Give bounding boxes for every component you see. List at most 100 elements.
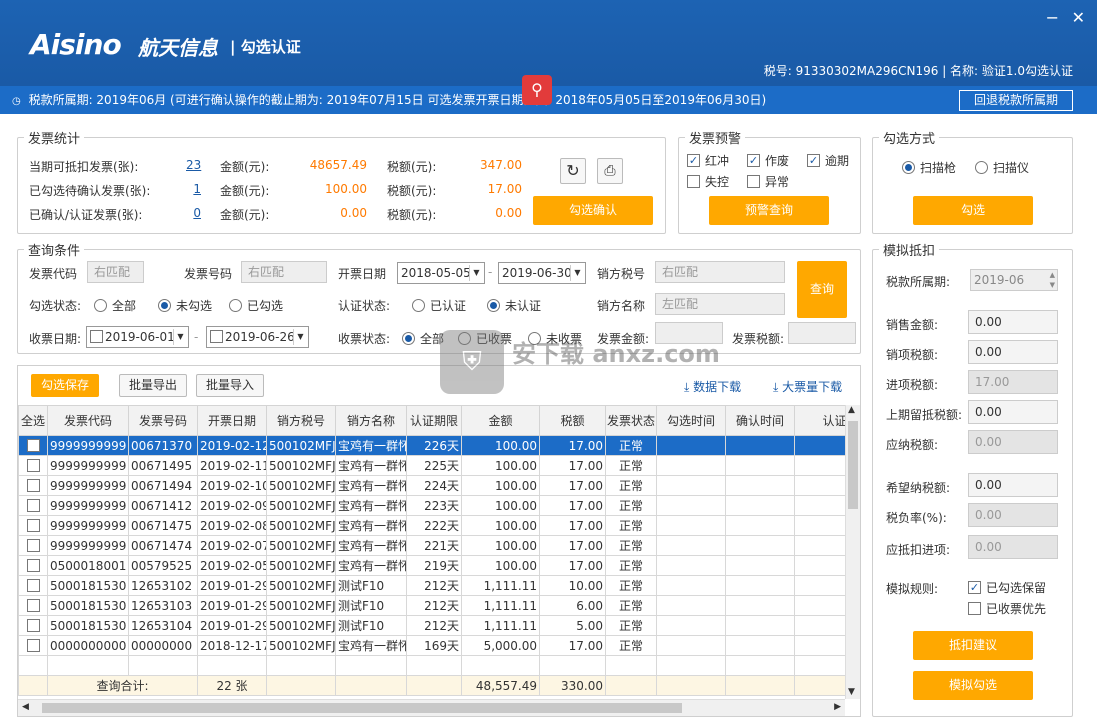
checkbox-icon[interactable] xyxy=(26,638,40,652)
column-header[interactable]: 发票号码 xyxy=(128,405,198,436)
row-checkbox-cell[interactable] xyxy=(18,455,48,476)
horizontal-scrollbar[interactable]: ◀ ▶ xyxy=(18,699,845,716)
row-checkbox-cell[interactable] xyxy=(18,475,48,496)
column-header[interactable]: 发票代码 xyxy=(47,405,129,436)
radio-option[interactable]: 已收票 xyxy=(458,330,512,347)
column-header[interactable]: 认证期限 xyxy=(406,405,462,436)
radio-option[interactable]: 已认证 xyxy=(412,297,466,314)
row-checkbox-cell[interactable] xyxy=(18,535,48,556)
invoice-no-input[interactable]: 右匹配 xyxy=(241,261,327,283)
sim-field-input[interactable]: 0.00 xyxy=(968,400,1058,424)
table-row[interactable]: 0500018001 00579525 2019-02-05 500102MFJ 宝鸡有… xyxy=(18,555,845,576)
seller-tax-input[interactable]: 右匹配 xyxy=(655,261,785,283)
invoice-code-input[interactable]: 右匹配 xyxy=(87,261,144,283)
warning-option[interactable]: 失控 xyxy=(687,173,729,190)
checkbox-icon[interactable] xyxy=(26,478,40,492)
checkbox-icon[interactable] xyxy=(26,578,40,592)
checkbox-icon[interactable] xyxy=(26,538,40,552)
scroll-up-icon[interactable]: ▲ xyxy=(848,405,855,415)
table-row[interactable]: 5000181530 12653104 2019-01-29 500102MFJ 测试F… xyxy=(18,615,845,636)
table-row[interactable]: 9999999999 00671412 2019-02-09 500102MFJ 宝鸡有… xyxy=(18,495,845,516)
checkbox-icon[interactable] xyxy=(26,438,40,452)
checkbox-icon[interactable] xyxy=(26,498,40,512)
bulk-download-link[interactable]: ⤓ 大票量下载 xyxy=(773,378,842,395)
recv-date-to-select[interactable]: 2019-06-26 ▼ xyxy=(206,326,309,348)
minimize-icon[interactable]: − xyxy=(1046,8,1059,27)
sim-field-input[interactable]: 0.00 xyxy=(968,473,1058,497)
row-checkbox-cell[interactable] xyxy=(18,595,48,616)
row-checkbox-cell[interactable] xyxy=(18,495,48,516)
print-icon[interactable]: ⎙ xyxy=(597,158,623,184)
scroll-thumb[interactable] xyxy=(42,703,682,713)
checkbox-icon[interactable] xyxy=(26,618,40,632)
radio-option[interactable]: 未认证 xyxy=(487,297,541,314)
refresh-icon[interactable]: ↻ xyxy=(560,158,586,184)
checkbox-icon[interactable] xyxy=(26,558,40,572)
data-download-link[interactable]: ⤓ 数据下载 xyxy=(684,378,741,395)
warning-query-button[interactable]: 预警查询 xyxy=(709,196,829,225)
checkbox-icon[interactable] xyxy=(210,330,223,343)
vertical-scrollbar[interactable]: ▲ ▼ xyxy=(845,405,860,699)
warning-option[interactable]: 异常 xyxy=(747,173,789,190)
row-checkbox-cell[interactable] xyxy=(18,435,48,456)
checkbox-icon[interactable]: ✓ xyxy=(968,581,981,594)
radio-option[interactable]: 已勾选 xyxy=(229,297,283,314)
table-row[interactable]: 9999999999 00671475 2019-02-08 500102MFJ 宝鸡有… xyxy=(18,515,845,536)
table-row[interactable]: 9999999999 00671370 2019-02-12 500102MFJ 宝鸡有… xyxy=(18,435,845,456)
sim-field-input[interactable]: 0.00 xyxy=(968,340,1058,364)
column-header[interactable]: 开票日期 xyxy=(197,405,267,436)
column-header[interactable]: 勾选时间 xyxy=(656,405,726,436)
rollback-period-button[interactable]: 回退税款所属期 xyxy=(958,90,1073,111)
scroll-right-icon[interactable]: ▶ xyxy=(834,702,841,712)
radio-option[interactable]: 全部 xyxy=(402,330,444,347)
check-button[interactable]: 勾选 xyxy=(913,196,1033,225)
batch-export-button[interactable]: 批量导出 xyxy=(119,374,187,397)
checkbox-icon[interactable] xyxy=(26,458,40,472)
scroll-down-icon[interactable]: ▼ xyxy=(848,687,855,697)
warning-option[interactable]: ✓ 逾期 xyxy=(807,152,849,169)
column-header[interactable]: 金额 xyxy=(461,405,540,436)
checkbox-icon[interactable] xyxy=(26,598,40,612)
row-checkbox-cell[interactable] xyxy=(18,615,48,636)
row-checkbox-cell[interactable] xyxy=(18,515,48,536)
checkbox-icon[interactable]: ✓ xyxy=(807,154,820,167)
confirm-check-button[interactable]: 勾选确认 xyxy=(533,196,653,225)
checkbox-icon[interactable] xyxy=(90,330,103,343)
row-checkbox-cell[interactable] xyxy=(18,575,48,596)
radio-option[interactable]: 全部 xyxy=(94,297,136,314)
batch-import-button[interactable]: 批量导入 xyxy=(196,374,264,397)
checkbox-icon[interactable] xyxy=(747,175,760,188)
search-icon[interactable]: ⚲ xyxy=(522,75,552,105)
recv-date-from-select[interactable]: 2019-06-01 ▼ xyxy=(86,326,189,348)
stat-count-link[interactable]: 0 xyxy=(186,206,201,220)
warning-option[interactable]: ✓ 作废 xyxy=(747,152,789,169)
checkbox-icon[interactable]: ✓ xyxy=(687,154,700,167)
save-check-button[interactable]: 勾选保存 xyxy=(31,374,99,397)
seller-name-input[interactable]: 左匹配 xyxy=(655,293,785,315)
table-row[interactable]: 0000000000 00000000 2018-12-17 500102MFJ 宝鸡有… xyxy=(18,635,845,656)
table-row[interactable]: 9999999999 00671495 2019-02-11 500102MFJ 宝鸡有… xyxy=(18,455,845,476)
checkbox-icon[interactable] xyxy=(687,175,700,188)
scroll-thumb[interactable] xyxy=(848,421,858,509)
radio-option[interactable]: 未勾选 xyxy=(158,297,212,314)
stat-count-link[interactable]: 1 xyxy=(186,182,201,196)
simulate-check-button[interactable]: 模拟勾选 xyxy=(913,671,1033,700)
date-to-select[interactable]: 2019-06-30 ▼ xyxy=(498,262,586,284)
query-button[interactable]: 查询 xyxy=(797,261,847,318)
checkbox-icon[interactable] xyxy=(968,602,981,615)
method-option-scanner-gun[interactable]: 扫描枪 xyxy=(902,159,956,176)
column-header[interactable]: 全选 xyxy=(18,405,48,436)
checkbox-icon[interactable]: ✓ xyxy=(747,154,760,167)
invoice-amount-input[interactable] xyxy=(655,322,723,344)
table-row[interactable]: 5000181530 12653102 2019-01-29 500102MFJ 测试F… xyxy=(18,575,845,596)
checkbox-icon[interactable] xyxy=(26,518,40,532)
stat-count-link[interactable]: 23 xyxy=(186,158,201,172)
column-header[interactable]: 认证时间 xyxy=(794,405,845,436)
radio-option[interactable]: 未收票 xyxy=(528,330,582,347)
spinner-icon[interactable]: ▲ ▼ xyxy=(1050,270,1055,290)
close-icon[interactable]: ✕ xyxy=(1072,8,1085,27)
column-header[interactable]: 发票状态 xyxy=(605,405,657,436)
date-from-select[interactable]: 2018-05-05 ▼ xyxy=(397,262,485,284)
sim-field-input[interactable]: 0.00 xyxy=(968,310,1058,334)
invoice-tax-input[interactable] xyxy=(788,322,856,344)
